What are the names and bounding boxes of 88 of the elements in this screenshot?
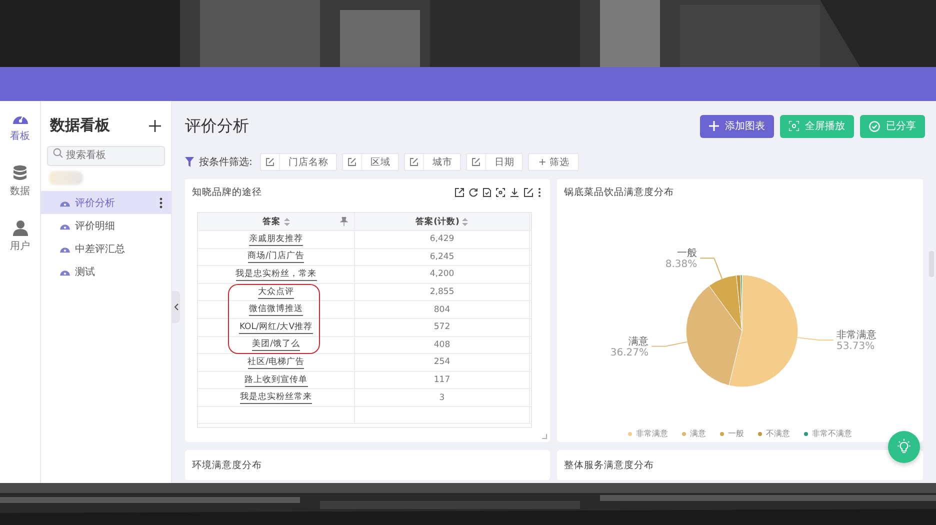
- filter-chip[interactable]: 日期: [466, 153, 524, 171]
- rail-tab[interactable]: 看板: [8, 109, 32, 145]
- search-field[interactable]: 搜索看板: [47, 146, 165, 166]
- slice-label: 非常满意: [836, 330, 876, 342]
- leader-line: [797, 337, 834, 341]
- filter-chip[interactable]: 门店名称: [260, 153, 338, 171]
- table-cell: 408: [355, 336, 530, 354]
- fullscreen-icon: [789, 121, 799, 131]
- chevron-left-icon: [174, 303, 178, 311]
- edit-icon: [410, 158, 418, 166]
- check-circle-icon: [869, 120, 880, 132]
- more-icon[interactable]: [159, 196, 163, 208]
- refresh-icon[interactable]: [469, 188, 478, 196]
- panel-title: 锅底菜品饮品满意度分布: [564, 186, 674, 198]
- edit-icon: [266, 158, 274, 166]
- table-cell: 2,855: [355, 284, 530, 300]
- panel-title: 环境满意度分布: [192, 458, 262, 472]
- slice-label: 满意: [628, 336, 648, 348]
- database-icon: [13, 165, 27, 181]
- answer-link[interactable]: 商场/门店广告: [248, 250, 304, 264]
- legend-item[interactable]: 非常满意: [628, 428, 668, 439]
- table-cell: 254: [355, 354, 530, 371]
- pin-icon[interactable]: [340, 217, 348, 226]
- rail-tab[interactable]: 用户: [8, 218, 32, 255]
- resize-handle-icon[interactable]: [542, 434, 547, 439]
- page-title: 评价分析: [185, 116, 249, 136]
- legend-item[interactable]: 满意: [682, 428, 706, 439]
- table-cell: 804: [355, 301, 530, 318]
- export-icon[interactable]: [455, 188, 464, 196]
- edit-icon: [472, 158, 480, 166]
- edit-icon: [348, 158, 356, 166]
- column-header[interactable]: 答案: [198, 213, 355, 230]
- answer-link[interactable]: 亲戚朋友推荐: [249, 232, 303, 246]
- sidebar-item[interactable]: 评价明细: [41, 214, 171, 237]
- search-icon: [53, 148, 63, 158]
- leader-line: [651, 342, 688, 347]
- slice-value: 36.27%: [610, 347, 648, 358]
- item-label: 测试: [75, 266, 96, 278]
- answer-link[interactable]: 我是忠实粉丝常来: [240, 391, 312, 404]
- sort-icon: [462, 218, 468, 226]
- user-icon: [12, 220, 28, 236]
- panel-title: 知晓品牌的途径: [192, 186, 262, 198]
- toolbar-button[interactable]: 添加图表: [700, 114, 774, 138]
- leader-line: [700, 258, 722, 280]
- add-icon[interactable]: [149, 120, 161, 132]
- sidebar-item[interactable]: 评价分析: [41, 191, 171, 214]
- blurred-label: [49, 171, 83, 185]
- fullscreen-icon[interactable]: [496, 188, 505, 196]
- table-cell: 3: [355, 389, 530, 406]
- sidebar-item[interactable]: 中差评汇总: [41, 237, 171, 260]
- table-cell: 4,200: [355, 266, 530, 283]
- slice-value: 53.73%: [836, 341, 875, 352]
- table-cell: 117: [355, 372, 530, 388]
- answer-link[interactable]: 社区/电梯广告: [248, 356, 304, 369]
- scrollbar-thumb[interactable]: [929, 251, 934, 277]
- item-label: 评价分析: [75, 196, 116, 210]
- sort-icon: [284, 218, 290, 226]
- filter-label: 按条件筛选:: [199, 156, 252, 169]
- filter-chip[interactable]: 区域: [342, 153, 400, 171]
- lightbulb-icon: [896, 439, 912, 455]
- add-filter-button[interactable]: + 筛选: [528, 153, 580, 171]
- table-cell: 6,429: [355, 231, 530, 248]
- slice-label: 一般: [677, 248, 698, 260]
- filter-chip[interactable]: 城市: [404, 153, 462, 171]
- edit-icon[interactable]: [524, 188, 533, 196]
- item-label: 评价明细: [75, 220, 116, 232]
- answer-link[interactable]: 路上收到宣传单: [244, 374, 308, 387]
- answer-link[interactable]: KOL/网红/大V推荐: [239, 320, 313, 334]
- download-icon[interactable]: [510, 188, 519, 196]
- filter-icon: [185, 157, 194, 167]
- document-icon[interactable]: [483, 188, 491, 196]
- panel-title: 整体服务满意度分布: [564, 458, 654, 472]
- sidebar-item[interactable]: 测试: [41, 260, 171, 283]
- table-cell: 572: [355, 318, 530, 336]
- collapse-tab[interactable]: [172, 291, 180, 323]
- item-label: 中差评汇总: [75, 242, 126, 256]
- rail-tab[interactable]: 数据: [8, 163, 32, 200]
- sidebar-title: 数据看板: [50, 116, 110, 135]
- answer-link[interactable]: 微信微博推送: [249, 303, 303, 316]
- slice-value: 8.38%: [665, 259, 698, 270]
- more-icon[interactable]: [538, 188, 541, 196]
- table-cell: 6,245: [355, 248, 530, 266]
- answer-link[interactable]: 我是忠实粉丝，常来: [236, 268, 316, 281]
- column-header[interactable]: 答案(计数): [355, 213, 530, 230]
- legend-item[interactable]: 非常不满意: [804, 428, 852, 439]
- legend-item[interactable]: 不满意: [758, 428, 790, 439]
- plus-icon: [709, 121, 719, 131]
- legend-item[interactable]: 一般: [720, 428, 744, 439]
